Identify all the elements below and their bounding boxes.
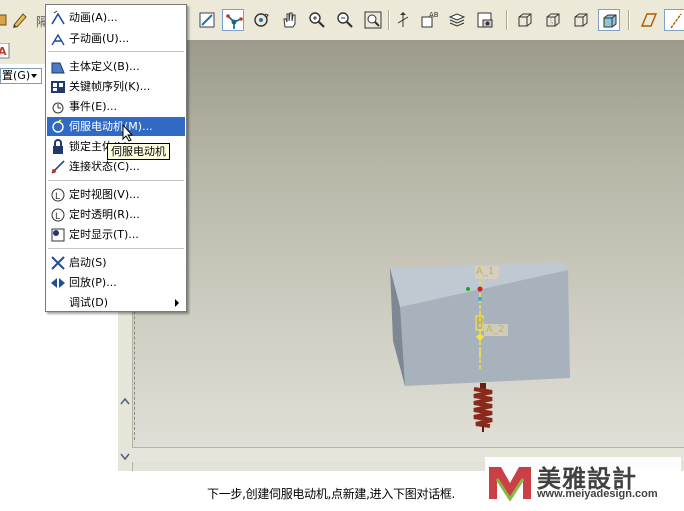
menu-item-animation[interactable]: 动画(A)... <box>47 8 185 27</box>
datum-axis-icon[interactable] <box>664 9 684 31</box>
zoom-out-icon[interactable] <box>334 9 356 31</box>
joint-axis-icon[interactable] <box>222 9 244 31</box>
playback-icon <box>50 275 66 291</box>
menu-item-keyframe-sequence[interactable]: 关键帧序列(K)... <box>47 77 185 96</box>
keyframe-sequence-icon <box>50 79 66 95</box>
view-manager-icon[interactable]: AB <box>418 9 440 31</box>
axis-label-a2: A_2 <box>486 324 505 335</box>
snapshot-icon[interactable] <box>196 9 218 31</box>
saved-view-icon[interactable] <box>474 9 496 31</box>
menu-item-timed-display[interactable]: 定时显示(T)... <box>47 225 185 244</box>
animation-icon <box>50 10 66 26</box>
no-hidden-icon[interactable] <box>570 9 592 31</box>
menu-item-timed-view[interactable]: L 定时视图(V)... <box>47 185 185 204</box>
connection-status-icon <box>50 159 66 175</box>
submenu-arrow-icon <box>175 299 179 307</box>
spring-part <box>473 383 493 432</box>
menu-item-start[interactable]: 启动(S) <box>47 253 185 272</box>
zoom-in-icon[interactable] <box>306 9 328 31</box>
timed-display-icon <box>50 227 66 243</box>
filter-dropdown[interactable]: 置(G) <box>0 68 42 84</box>
menu-item-event[interactable]: 事件(E)... <box>47 97 185 116</box>
menu-item-playback[interactable]: 回放(P)... <box>47 273 185 292</box>
watermark-logo-icon <box>489 467 531 502</box>
scroll-down-icon[interactable] <box>119 451 131 461</box>
layers-icon[interactable] <box>446 9 468 31</box>
event-icon <box>50 99 66 115</box>
shading-icon[interactable] <box>598 9 620 31</box>
orient-icon[interactable] <box>392 9 414 31</box>
watermark-url: www.meiyadesign.com <box>537 488 658 500</box>
scroll-up-icon[interactable] <box>119 396 131 406</box>
edit-icon[interactable] <box>9 9 31 31</box>
wireframe-icon[interactable] <box>514 9 536 31</box>
svg-text:L: L <box>55 212 60 222</box>
watermark: 美雅設計 www.meiyadesign.com <box>485 457 681 509</box>
lock-body-icon <box>50 139 66 155</box>
svg-text:A: A <box>0 45 7 58</box>
tooltip: 伺服电动机 <box>107 143 170 160</box>
menu-item-timed-transparency[interactable]: L 定时透明(R)... <box>47 205 185 224</box>
menu-item-servo-motor[interactable]: 伺服电动机(M)... <box>47 117 185 136</box>
model-view <box>390 262 570 432</box>
servo-motor-icon <box>50 119 66 135</box>
menu-item-body-definition[interactable]: 主体定义(B)... <box>47 57 185 76</box>
datum-plane-icon[interactable] <box>638 9 660 31</box>
menu-item-sub-animation[interactable]: 子动画(U)... <box>47 29 185 48</box>
svg-text:L: L <box>55 192 60 202</box>
caption-text: 下一步,创建伺服电动机,点新建,进入下图对话框. <box>207 487 456 501</box>
svg-text:AB: AB <box>429 11 438 19</box>
pan-hand-icon[interactable] <box>278 9 300 31</box>
zoom-window-icon[interactable] <box>362 9 384 31</box>
menu-item-debug[interactable]: 调试(D) <box>47 293 185 312</box>
sub-animation-icon <box>50 31 66 47</box>
axis-label-a1: A_1 <box>476 266 495 277</box>
timed-transparency-icon: L <box>50 207 66 223</box>
mouse-cursor-icon <box>122 124 134 142</box>
chevron-down-icon[interactable] <box>28 70 40 82</box>
filter-dropdown-value: 置(G) <box>2 69 31 82</box>
hidden-line-icon[interactable] <box>542 9 564 31</box>
spin-icon[interactable] <box>250 9 272 31</box>
datum-label-d: D <box>477 317 484 327</box>
start-icon <box>50 255 66 271</box>
graphics-viewport[interactable]: A_1 A_2 D <box>118 40 684 471</box>
timed-view-icon: L <box>50 187 66 203</box>
body-definition-icon <box>50 59 66 75</box>
text-style-icon[interactable]: A <box>0 42 10 59</box>
